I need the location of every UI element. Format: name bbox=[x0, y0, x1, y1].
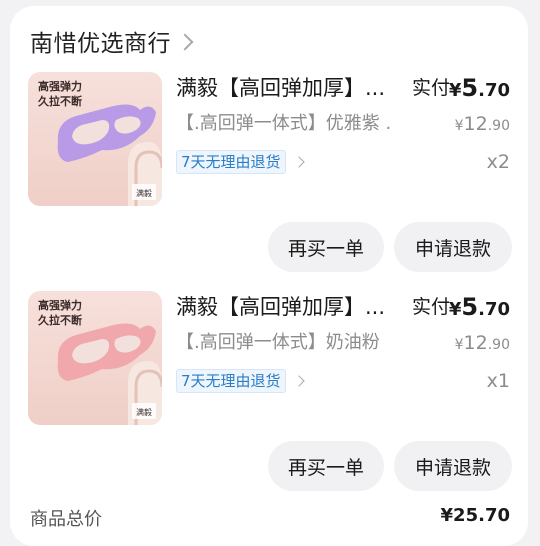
return-policy-text[interactable]: 7天无理由退货 bbox=[176, 150, 286, 174]
product-spec: 【.高回弹一体式】优雅紫 . bbox=[176, 113, 392, 134]
quantity: x2 bbox=[486, 151, 510, 173]
product-thumbnail[interactable]: 高强弹力 久拉不断 满毅 bbox=[28, 72, 162, 206]
total-price-value: ¥25.70 bbox=[440, 505, 510, 526]
chevron-right-icon[interactable] bbox=[176, 33, 194, 51]
svg-text:久拉不断: 久拉不断 bbox=[38, 94, 82, 108]
rebuy-button[interactable]: 再买一单 bbox=[268, 222, 384, 272]
return-policy-text[interactable]: 7天无理由退货 bbox=[176, 369, 286, 393]
order-item[interactable]: 高强弹力 久拉不断 满毅 满毅【高回弹加厚】... 实付 ¥5.70 【.高回弹… bbox=[0, 291, 540, 501]
total-price-label: 商品总价 bbox=[30, 509, 102, 530]
return-policy-badge[interactable]: 7天无理由退货 bbox=[176, 368, 305, 394]
refund-button[interactable]: 申请退款 bbox=[394, 222, 512, 272]
chevron-right-icon[interactable] bbox=[292, 156, 305, 168]
svg-text:满毅: 满毅 bbox=[136, 188, 152, 198]
chevron-right-icon[interactable] bbox=[292, 375, 305, 387]
refund-button[interactable]: 申请退款 bbox=[394, 441, 512, 491]
return-policy-badge[interactable]: 7天无理由退货 bbox=[176, 149, 305, 175]
original-price: ¥12.90 bbox=[454, 113, 510, 135]
original-price: ¥12.90 bbox=[454, 332, 510, 354]
svg-text:高强弹力: 高强弹力 bbox=[38, 79, 82, 93]
paid-price: ¥5.70 bbox=[448, 293, 510, 321]
shop-header[interactable]: 南惜优选商行 bbox=[30, 24, 194, 58]
svg-text:高强弹力: 高强弹力 bbox=[38, 298, 82, 312]
product-thumbnail[interactable]: 高强弹力 久拉不断 满毅 bbox=[28, 291, 162, 425]
product-title[interactable]: 满毅【高回弹加厚】... bbox=[176, 291, 404, 323]
quantity: x1 bbox=[486, 370, 510, 392]
order-item[interactable]: 高强弹力 久拉不断 满毅 满毅【高回弹加厚】... 实付 ¥5.70 【.高回弹… bbox=[0, 72, 540, 282]
paid-label: 实付 bbox=[412, 77, 451, 99]
product-spec: 【.高回弹一体式】奶油粉 bbox=[176, 332, 380, 353]
svg-text:久拉不断: 久拉不断 bbox=[38, 313, 82, 327]
paid-label: 实付 bbox=[412, 296, 451, 318]
svg-text:满毅: 满毅 bbox=[136, 407, 152, 417]
product-title[interactable]: 满毅【高回弹加厚】... bbox=[176, 72, 404, 104]
paid-price: ¥5.70 bbox=[448, 74, 510, 102]
shop-name[interactable]: 南惜优选商行 bbox=[30, 24, 171, 58]
rebuy-button[interactable]: 再买一单 bbox=[268, 441, 384, 491]
